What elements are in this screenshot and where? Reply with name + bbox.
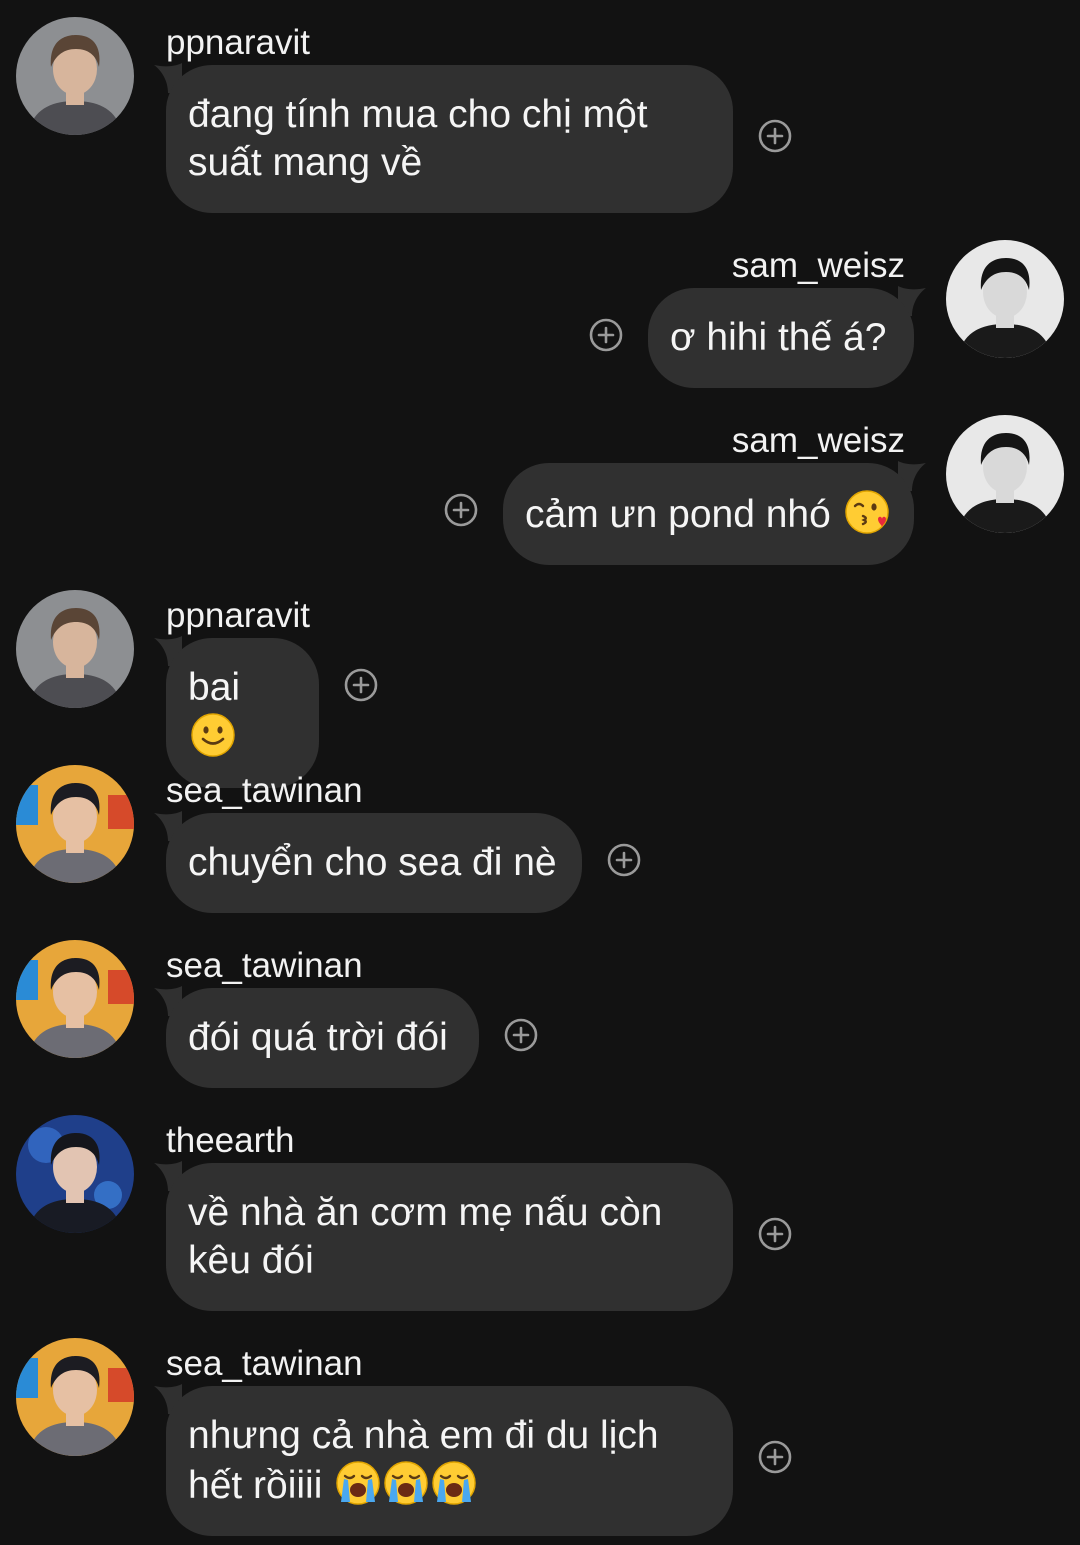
message-username[interactable]: theearth bbox=[166, 1121, 294, 1161]
avatar-theearth[interactable] bbox=[16, 1115, 134, 1233]
message-bubble[interactable]: đang tính mua cho chị một suất mang về bbox=[166, 65, 733, 213]
message-username[interactable]: sea_tawinan bbox=[166, 1344, 363, 1384]
add-reaction-icon[interactable] bbox=[344, 668, 378, 702]
kiss-wink-emoji-icon bbox=[844, 489, 890, 535]
avatar-ppnaravit[interactable] bbox=[16, 590, 134, 708]
message-bubble[interactable]: đói quá trời đói bbox=[166, 988, 479, 1088]
message-bubble[interactable]: cảm ưn pond nhó bbox=[503, 463, 914, 565]
message-text: về nhà ăn cơm mẹ nấu còn kêu đói bbox=[188, 1191, 663, 1282]
avatar-sam-weisz[interactable] bbox=[946, 415, 1064, 533]
loudly-crying-emoji-icon bbox=[383, 1460, 429, 1506]
message-bubble[interactable]: ơ hihi thế á? bbox=[648, 288, 914, 388]
message-username[interactable]: sea_tawinan bbox=[166, 771, 363, 811]
loudly-crying-emoji-icon bbox=[431, 1460, 477, 1506]
loudly-crying-emoji-icon bbox=[335, 1460, 381, 1506]
message-username[interactable]: ppnaravit bbox=[166, 596, 310, 636]
add-reaction-icon[interactable] bbox=[589, 318, 623, 352]
message-text: đói quá trời đói bbox=[188, 1016, 448, 1059]
slight-smile-emoji-icon bbox=[190, 712, 236, 758]
avatar-sea-tawinan[interactable] bbox=[16, 940, 134, 1058]
avatar-ppnaravit[interactable] bbox=[16, 17, 134, 135]
message-username[interactable]: sam_weisz bbox=[732, 421, 905, 461]
add-reaction-icon[interactable] bbox=[444, 493, 478, 527]
avatar-sea-tawinan[interactable] bbox=[16, 1338, 134, 1456]
add-reaction-icon[interactable] bbox=[504, 1018, 538, 1052]
message-text: cảm ưn pond nhó bbox=[525, 493, 831, 536]
avatar-sam-weisz[interactable] bbox=[946, 240, 1064, 358]
add-reaction-icon[interactable] bbox=[607, 843, 641, 877]
message-bubble[interactable]: về nhà ăn cơm mẹ nấu còn kêu đói bbox=[166, 1163, 733, 1311]
message-text: chuyển cho sea đi nè bbox=[188, 841, 557, 884]
message-text: ơ hihi thế á? bbox=[670, 316, 887, 359]
add-reaction-icon[interactable] bbox=[758, 119, 792, 153]
message-username[interactable]: sea_tawinan bbox=[166, 946, 363, 986]
message-bubble[interactable]: chuyển cho sea đi nè bbox=[166, 813, 582, 913]
message-username[interactable]: ppnaravit bbox=[166, 23, 310, 63]
message-bubble[interactable]: nhưng cả nhà em đi du lịch hết rồiiii bbox=[166, 1386, 733, 1536]
message-text: bai bbox=[188, 666, 241, 709]
message-bubble[interactable]: bai bbox=[166, 638, 319, 788]
message-text: đang tính mua cho chị một suất mang về bbox=[188, 93, 648, 184]
message-username[interactable]: sam_weisz bbox=[732, 246, 905, 286]
chat-thread: ppnaravit đang tính mua cho chị một suất… bbox=[0, 0, 1080, 1545]
avatar-sea-tawinan[interactable] bbox=[16, 765, 134, 883]
add-reaction-icon[interactable] bbox=[758, 1440, 792, 1474]
add-reaction-icon[interactable] bbox=[758, 1217, 792, 1251]
